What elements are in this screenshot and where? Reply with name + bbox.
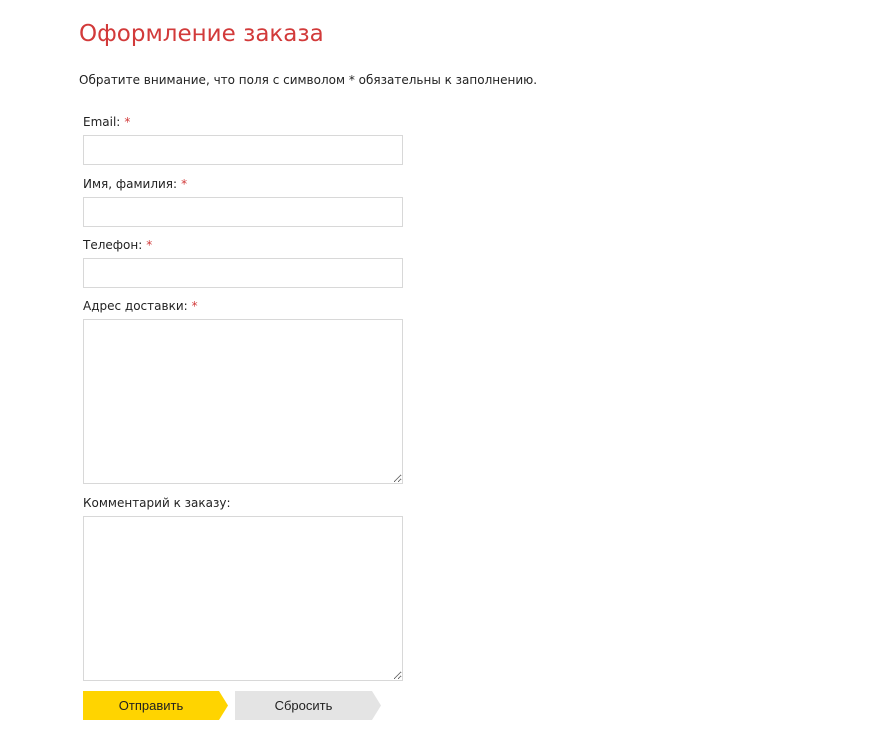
delivery-address-field[interactable]	[83, 319, 403, 484]
full-name-label-text: Имя, фамилия:	[83, 177, 178, 191]
phone-label-text: Телефон:	[83, 238, 143, 252]
required-mark: *	[146, 238, 153, 252]
page-title: Оформление заказа	[79, 21, 324, 47]
required-mark: *	[124, 115, 131, 129]
required-fields-notice: Обратите внимание, что поля с символом *…	[79, 73, 538, 87]
phone-field[interactable]	[83, 258, 403, 288]
full-name-label: Имя, фамилия: *	[83, 176, 187, 192]
email-label-text: Email:	[83, 115, 121, 129]
required-mark: *	[191, 299, 198, 313]
order-comment-label-text: Комментарий к заказу:	[83, 496, 231, 510]
delivery-address-label: Адрес доставки: *	[83, 298, 198, 314]
email-label: Email: *	[83, 114, 130, 130]
required-mark: *	[181, 177, 188, 191]
full-name-field[interactable]	[83, 197, 403, 227]
delivery-address-label-text: Адрес доставки:	[83, 299, 188, 313]
phone-label: Телефон: *	[83, 237, 152, 253]
reset-button[interactable]: Сбросить	[235, 691, 381, 720]
submit-button[interactable]: Отправить	[83, 691, 228, 720]
email-field[interactable]	[83, 135, 403, 165]
order-comment-label: Комментарий к заказу:	[83, 495, 231, 511]
order-comment-field[interactable]	[83, 516, 403, 681]
